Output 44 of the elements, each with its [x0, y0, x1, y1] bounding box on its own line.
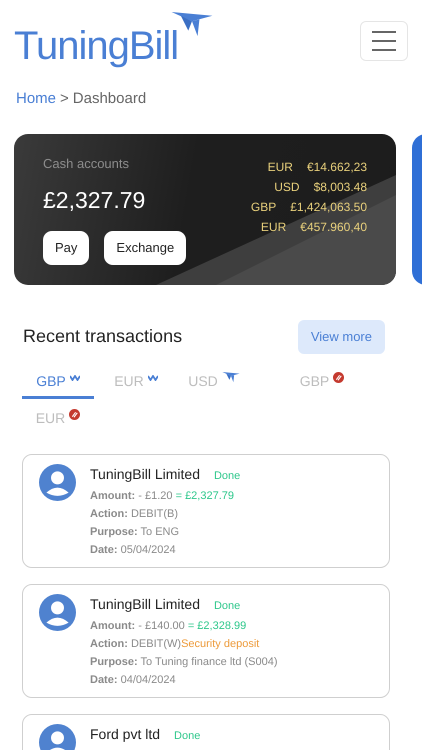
currency-tab[interactable]: GBP: [22, 368, 94, 398]
menu-button[interactable]: [360, 21, 408, 61]
currency-code: EUR: [260, 218, 286, 236]
avatar-icon: [39, 464, 76, 500]
transaction-card[interactable]: TuningBill Limited Done Amount: - £1.20 = £2,327.79 Action: DEBIT(B) Purpose: To ENG Date: 05/04/2024: [22, 454, 390, 568]
action-line: Action: DEBIT(W)Security deposit: [90, 636, 260, 652]
purpose-line: Purpose: To Tuning finance ltd (S004): [90, 654, 278, 670]
breadcrumb-current: Dashboard: [72, 89, 146, 109]
account-amount: €457.960,40: [300, 218, 367, 236]
date-line: Date: 05/04/2024: [90, 542, 177, 558]
account-amount: $8,003.48: [314, 178, 367, 196]
blocked-icon: [69, 409, 80, 420]
currency-code: USD: [274, 178, 300, 196]
section-title: Recent transactions: [23, 325, 182, 348]
card-balance: £2,327.79: [43, 186, 146, 215]
date-line: Date: 04/04/2024: [90, 672, 177, 688]
payee-name: Ford pvt ltd: [90, 724, 160, 744]
transaction-card[interactable]: TuningBill Limited Done Amount: - £140.00 = £2,328.99 Action: DEBIT(W)Security deposit Purpose: To Tuning finance ltd (S004) Date: 04/04/2024: [22, 584, 390, 698]
status-label: Done: [214, 468, 240, 484]
transaction-card[interactable]: Ford pvt ltd Done: [22, 714, 390, 750]
wave-icon: [70, 374, 80, 380]
status-label: Done: [214, 598, 240, 614]
purpose-line: Purpose: To ENG: [90, 524, 180, 540]
breadcrumb-home-link[interactable]: Home: [16, 88, 56, 110]
pay-button[interactable]: Pay: [43, 230, 90, 264]
paper-plane-icon: [222, 372, 240, 383]
account-amount: €14.662,23: [306, 158, 367, 176]
view-more-button[interactable]: View more: [298, 320, 385, 354]
card-title: Cash accounts: [43, 154, 130, 172]
amount-line: Amount: - £140.00 = £2,328.99: [90, 618, 248, 634]
exchange-button[interactable]: Exchange: [104, 230, 186, 264]
blocked-icon: [333, 372, 344, 383]
currency-code: EUR: [268, 158, 293, 176]
logo[interactable]: TuningBill: [14, 12, 214, 66]
avatar-icon: [39, 594, 76, 630]
breadcrumb-separator: >: [60, 89, 69, 109]
amount-line: Amount: - £1.20 = £2,327.79: [90, 488, 236, 504]
payee-name: TuningBill Limited: [90, 464, 200, 484]
account-amount: £1,424,063.50: [290, 198, 367, 216]
payee-name: TuningBill Limited: [90, 594, 200, 614]
action-line: Action: DEBIT(B): [90, 506, 180, 522]
status-label: Done: [174, 728, 200, 744]
currency-code: GBP: [250, 198, 276, 216]
wave-icon: [148, 374, 158, 380]
